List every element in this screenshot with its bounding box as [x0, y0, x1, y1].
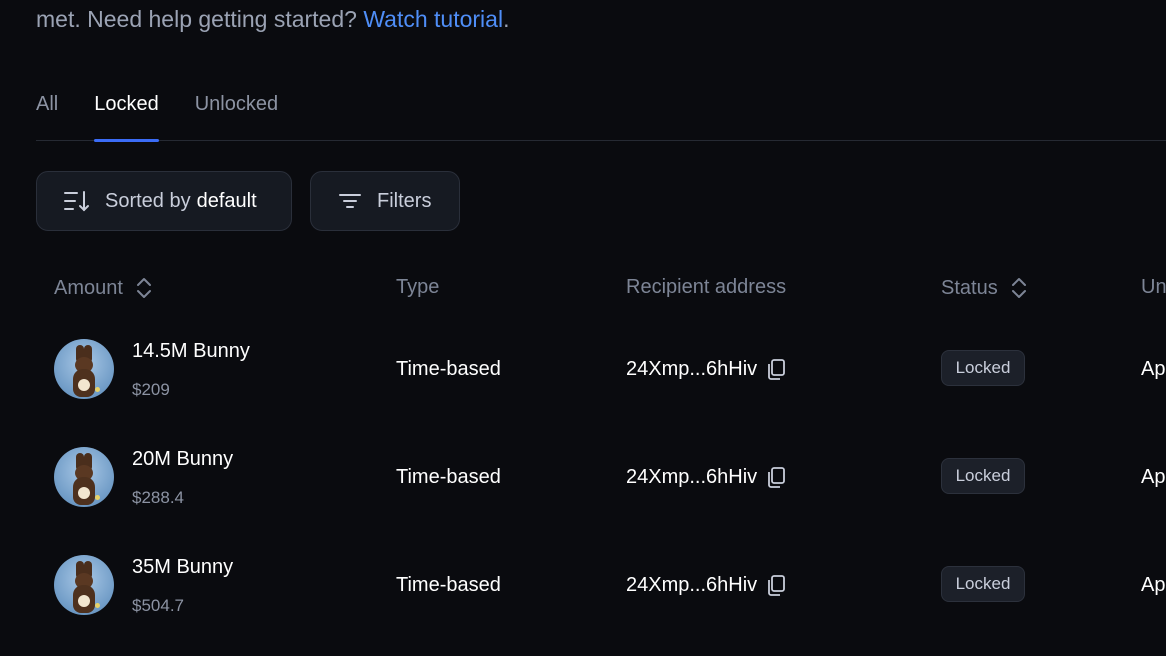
- row-amount: 14.5M Bunny: [132, 340, 250, 362]
- sort-value: default: [196, 189, 257, 212]
- chevron-up-down-icon: [136, 278, 151, 298]
- table-row[interactable]: 14.5M Bunny $209 Time-based 24Xmp...6hHi…: [0, 318, 1166, 426]
- row-address-text: 24Xmp...6hHiv: [626, 573, 758, 596]
- row-unlock: Ap: [1141, 574, 1166, 596]
- row-type: Time-based: [396, 574, 501, 596]
- row-type: Time-based: [396, 358, 501, 380]
- row-usd: $209: [132, 380, 170, 399]
- row-address: 24Xmp...6hHiv: [626, 573, 787, 597]
- status-badge: Locked: [941, 350, 1025, 386]
- row-address-text: 24Xmp...6hHiv: [626, 357, 758, 380]
- table-row[interactable]: 35M Bunny $504.7 Time-based 24Xmp...6hHi…: [0, 534, 1166, 642]
- header-type: Type: [396, 276, 439, 299]
- row-usd: $504.7: [132, 596, 184, 615]
- locks-page: met. Need help getting started? Watch tu…: [0, 0, 1166, 656]
- header-amount[interactable]: Amount: [54, 276, 153, 300]
- tab-unlocked[interactable]: Unlocked: [195, 88, 278, 141]
- filters-label: Filters: [377, 189, 432, 212]
- bunny-token-avatar: [54, 339, 114, 399]
- row-amount: 20M Bunny: [132, 448, 234, 470]
- row-address: 24Xmp...6hHiv: [626, 465, 787, 489]
- sort-descending-icon: [64, 191, 89, 212]
- watch-tutorial-link[interactable]: Watch tutorial: [363, 6, 503, 32]
- filters-button[interactable]: Filters: [310, 171, 460, 231]
- header-recipient-label: Recipient address: [626, 276, 787, 298]
- bunny-token-avatar: [54, 555, 114, 615]
- intro-text: met. Need help getting started? Watch tu…: [36, 6, 509, 33]
- table-row[interactable]: 20M Bunny $288.4 Time-based 24Xmp...6hHi…: [0, 426, 1166, 534]
- tab-locked[interactable]: Locked: [94, 88, 159, 142]
- header-unlock: Un: [1141, 276, 1166, 299]
- header-unlock-label: Un: [1141, 276, 1166, 298]
- copy-icon[interactable]: [765, 573, 787, 597]
- status-badge: Locked: [941, 458, 1025, 494]
- status-badge: Locked: [941, 566, 1025, 602]
- row-unlock: Ap: [1141, 466, 1166, 488]
- header-type-label: Type: [396, 276, 440, 298]
- row-address-text: 24Xmp...6hHiv: [626, 465, 758, 488]
- bunny-token-avatar: [54, 447, 114, 507]
- row-usd: $288.4: [132, 488, 184, 507]
- row-unlock: Ap: [1141, 358, 1166, 380]
- filter-lines-icon: [339, 194, 361, 208]
- sort-label: Sorted by: [105, 189, 191, 212]
- header-amount-label: Amount: [54, 276, 123, 299]
- row-address: 24Xmp...6hHiv: [626, 357, 787, 381]
- intro-period: .: [503, 6, 510, 32]
- header-status[interactable]: Status: [941, 276, 1028, 300]
- sort-button[interactable]: Sorted by default: [36, 171, 292, 231]
- chevron-up-down-icon: [1011, 278, 1026, 298]
- row-amount: 35M Bunny: [132, 556, 234, 578]
- tab-all[interactable]: All: [36, 88, 58, 141]
- copy-icon[interactable]: [765, 465, 787, 489]
- intro-sentence: met. Need help getting started?: [36, 6, 364, 32]
- header-status-label: Status: [941, 276, 998, 299]
- header-recipient: Recipient address: [626, 276, 786, 299]
- tab-bar: All Locked Unlocked: [36, 88, 1166, 142]
- row-type: Time-based: [396, 466, 501, 488]
- copy-icon[interactable]: [765, 357, 787, 381]
